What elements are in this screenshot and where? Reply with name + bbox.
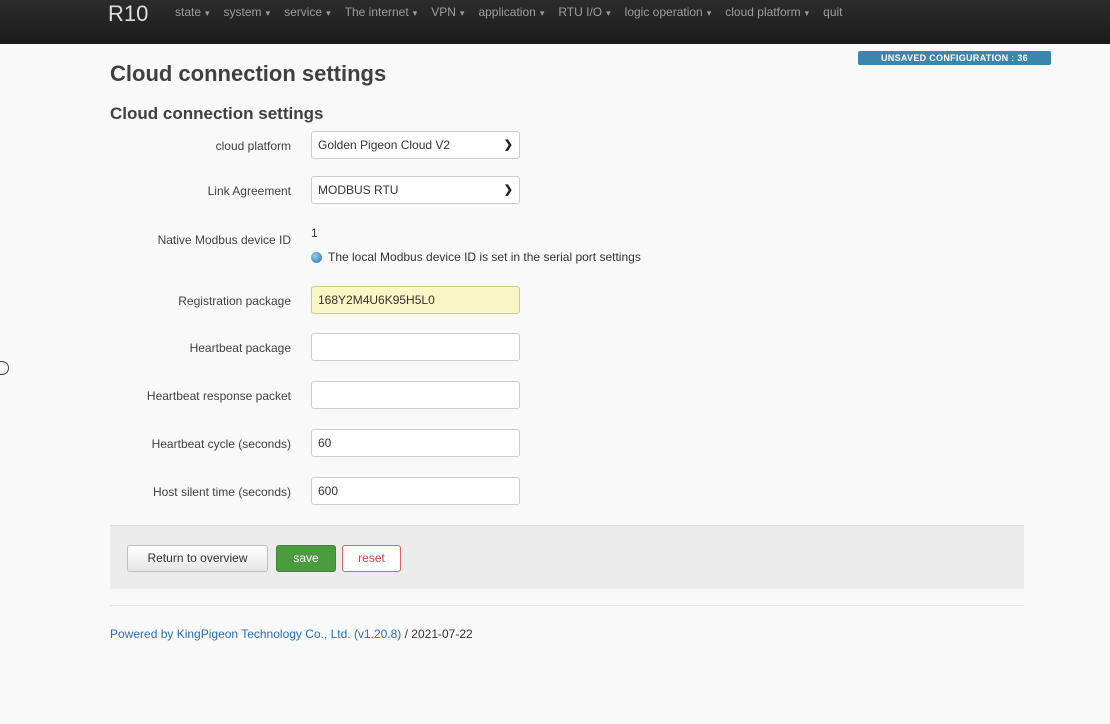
link-agreement-label: Link Agreement bbox=[207, 184, 291, 198]
nav-item-internet[interactable]: The internet ▾ bbox=[345, 0, 418, 25]
registration-input[interactable]: 168Y2M4U6K95H5L0 bbox=[311, 286, 520, 314]
footer-divider bbox=[110, 605, 1024, 606]
footer-link[interactable]: Powered by KingPigeon Technology Co., Lt… bbox=[110, 627, 401, 641]
main-nav: state ▾ system ▾ service ▾ The internet ▾ VP… bbox=[175, 0, 857, 24]
link-agreement-select[interactable]: MODBUS RTU ❯ bbox=[311, 176, 520, 204]
device-id-label: Native Modbus device ID bbox=[157, 233, 291, 247]
heartbeat-cycle-input[interactable]: 60 bbox=[311, 429, 520, 457]
cloud-platform-select[interactable]: Golden Pigeon Cloud V2 ❯ bbox=[311, 131, 520, 159]
caret-down-icon: ▾ bbox=[459, 7, 465, 18]
caret-down-icon: ▾ bbox=[412, 7, 418, 18]
heartbeat-input[interactable] bbox=[311, 333, 520, 361]
caret-down-icon: ▾ bbox=[326, 7, 331, 18]
caret-down-icon: ▾ bbox=[804, 7, 810, 18]
unsaved-config-badge[interactable]: UNSAVED CONFIGURATION : 36 bbox=[858, 51, 1051, 65]
nav-label: service bbox=[284, 4, 323, 19]
cursor-icon bbox=[0, 361, 9, 375]
reset-button[interactable]: reset bbox=[342, 545, 401, 572]
action-bar: Return to overview save reset bbox=[110, 525, 1024, 589]
nav-label: VPN bbox=[431, 4, 456, 19]
nav-item-service[interactable]: service ▾ bbox=[284, 0, 331, 25]
caret-down-icon: ▾ bbox=[539, 7, 545, 18]
nav-item-system[interactable]: system ▾ bbox=[224, 0, 271, 25]
nav-item-quit[interactable]: quit bbox=[823, 0, 842, 24]
footer: Powered by KingPigeon Technology Co., Lt… bbox=[110, 627, 473, 641]
caret-down-icon: ▾ bbox=[606, 7, 611, 18]
save-button[interactable]: save bbox=[276, 545, 336, 572]
nav-label: RTU I/O bbox=[558, 4, 603, 19]
chevron-down-icon: ❯ bbox=[503, 184, 513, 196]
nav-item-state[interactable]: state ▾ bbox=[175, 0, 210, 25]
device-id-hint: The local Modbus device ID is set in the… bbox=[311, 250, 641, 264]
heartbeat-response-input[interactable] bbox=[311, 381, 520, 409]
caret-down-icon: ▾ bbox=[706, 7, 712, 18]
caret-down-icon: ▾ bbox=[265, 7, 271, 18]
host-silent-input[interactable]: 600 bbox=[311, 477, 520, 505]
section-title: Cloud connection settings bbox=[110, 104, 324, 123]
nav-label: application bbox=[478, 4, 536, 19]
nav-label: cloud platform bbox=[725, 4, 801, 19]
brand-logo[interactable]: R10 bbox=[108, 2, 148, 26]
top-navbar: R10 state ▾ system ▾ service ▾ The internet… bbox=[0, 0, 1110, 44]
nav-label: logic operation bbox=[624, 4, 703, 19]
heartbeat-response-label: Heartbeat response packet bbox=[146, 389, 291, 403]
nav-item-cloud-platform[interactable]: cloud platform ▾ bbox=[725, 0, 809, 25]
nav-label: quit bbox=[823, 5, 843, 19]
nav-label: system bbox=[223, 4, 262, 19]
heartbeat-cycle-label: Heartbeat cycle (seconds) bbox=[151, 437, 291, 451]
caret-down-icon: ▾ bbox=[205, 7, 210, 18]
registration-label: Registration package bbox=[178, 294, 291, 308]
nav-item-rtu-io[interactable]: RTU I/O ▾ bbox=[558, 0, 610, 25]
heartbeat-label: Heartbeat package bbox=[189, 341, 291, 355]
chevron-down-icon: ❯ bbox=[503, 139, 513, 151]
device-id-hint-text: The local Modbus device ID is set in the… bbox=[328, 250, 641, 264]
cloud-platform-value: Golden Pigeon Cloud V2 bbox=[318, 138, 451, 152]
cloud-platform-label: cloud platform bbox=[215, 139, 291, 153]
host-silent-label: Host silent time (seconds) bbox=[152, 485, 291, 499]
nav-item-application[interactable]: application ▾ bbox=[478, 0, 544, 25]
info-icon bbox=[311, 251, 322, 263]
nav-label: The internet bbox=[344, 4, 409, 19]
nav-label: state bbox=[175, 4, 202, 19]
return-to-overview-button[interactable]: Return to overview bbox=[127, 545, 268, 572]
nav-item-vpn[interactable]: VPN ▾ bbox=[431, 0, 464, 25]
device-id-value: 1 bbox=[311, 226, 318, 240]
page-title: Cloud connection settings bbox=[110, 61, 387, 86]
link-agreement-value: MODBUS RTU bbox=[318, 183, 399, 197]
nav-item-logic-operation[interactable]: logic operation ▾ bbox=[625, 0, 712, 25]
footer-date: / 2021-07-22 bbox=[401, 627, 473, 641]
